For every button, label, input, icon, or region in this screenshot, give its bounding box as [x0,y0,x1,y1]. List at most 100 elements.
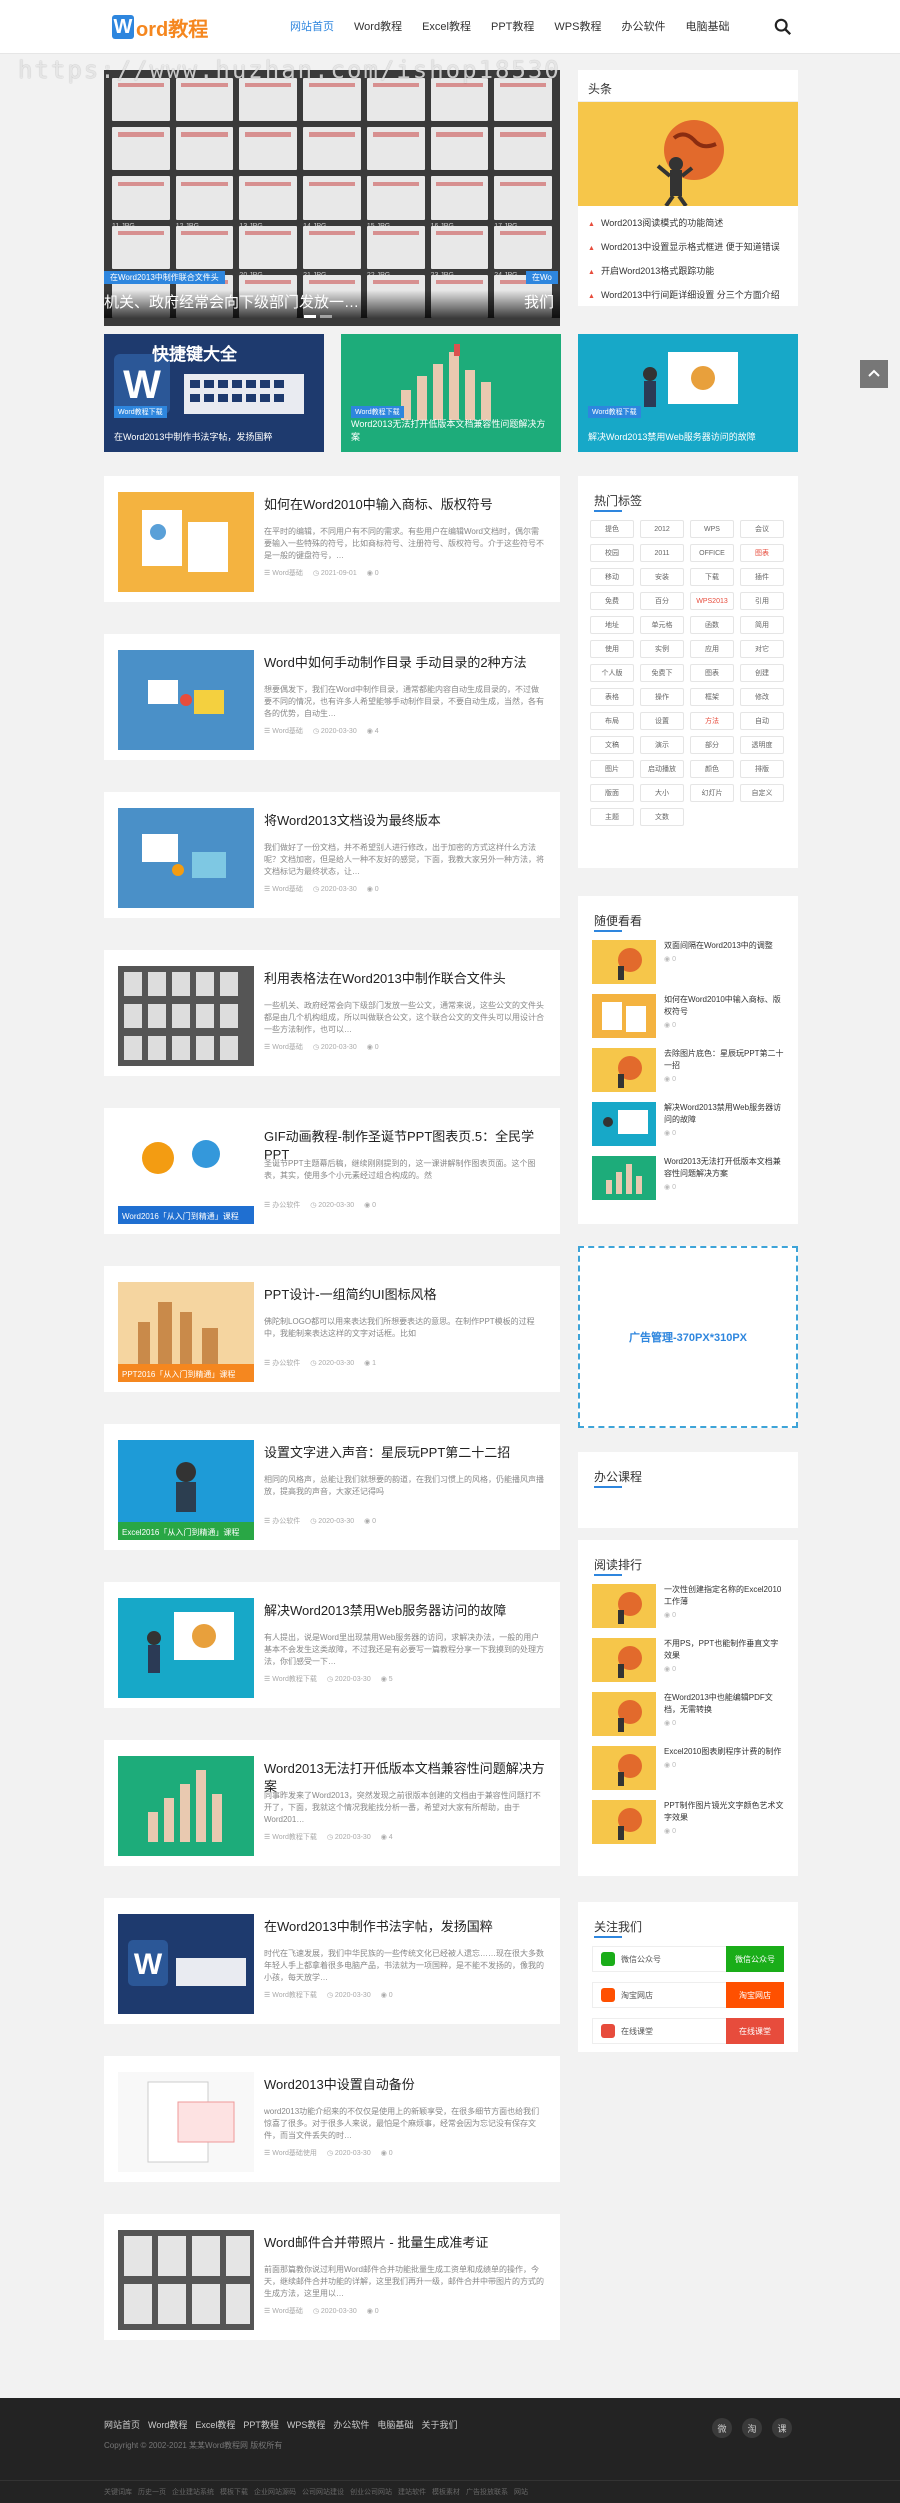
footer-link[interactable]: WPS教程 [287,2418,326,2431]
mini-thumbnail[interactable] [592,1102,656,1146]
mini-title[interactable]: 去除图片底色：星辰玩PPT第二十一招 [664,1049,784,1070]
nav-ppt[interactable]: PPT教程 [481,0,544,54]
tag-link[interactable]: 颜色 [690,760,734,778]
tag-link[interactable]: 会议 [740,520,784,538]
post-category[interactable]: ☰ 办公软件 [264,1518,300,1525]
tag-link[interactable]: 启动播放 [640,760,684,778]
card-caption[interactable]: 解决Word2013禁用Web服务器访问的故障 [588,431,788,444]
tag-link[interactable]: WPS [690,520,734,538]
tag-link[interactable]: 框架 [690,688,734,706]
tag-link[interactable]: 2012 [640,520,684,538]
post-category[interactable]: ☰ Word基础使用 [264,2150,317,2157]
mini-title[interactable]: 双面间隔在Word2013中的调整 [664,941,773,950]
tag-link[interactable]: 修改 [740,688,784,706]
category-label[interactable]: 办公软件 [272,1202,300,1209]
post-thumbnail[interactable]: Word2016「从入门到精通」课程 [118,1124,254,1224]
tag-link[interactable]: 文数 [640,808,684,826]
site-logo[interactable]: W ord教程 [112,14,220,41]
post-category[interactable]: ☰ Word基础 [264,886,303,893]
nav-computer[interactable]: 电脑基础 [675,0,739,54]
tag-link[interactable]: 校园 [590,544,634,562]
follow-item[interactable]: 微信公众号 微信公众号 [592,1946,784,1972]
post-title[interactable]: 在Word2013中制作书法字帖，发扬国粹 [264,1918,554,1936]
mini-post[interactable]: 在Word2013中也能编辑PDF文档，无需转换 ◉ 0 [578,1692,798,1736]
mini-post[interactable]: Word2013无法打开低版本文档兼容性问题解决方案 ◉ 0 [578,1156,798,1200]
post-title[interactable]: Word中如何手动制作目录 手动目录的2种方法 [264,654,554,672]
post-title[interactable]: 将Word2013文档设为最终版本 [264,812,554,830]
friend-link[interactable]: 广告投放联系 [466,2487,508,2497]
wechat-icon[interactable]: 微 [712,2418,732,2438]
category-label[interactable]: Word基础使用 [272,2150,317,2157]
friend-link[interactable]: 创业公司网站 [350,2487,392,2497]
mini-thumbnail[interactable] [592,994,656,1038]
footer-link[interactable]: 关于我们 [421,2418,457,2431]
tag-link[interactable]: 引用 [740,592,784,610]
tag-link[interactable]: 版面 [590,784,634,802]
post-category[interactable]: ☰ Word教程下载 [264,1992,317,1999]
nav-home[interactable]: 网站首页 [280,0,344,54]
footer-link[interactable]: 网站首页 [104,2418,140,2431]
card-tag[interactable]: Word教程下载 [588,406,641,418]
tag-link[interactable]: 单元格 [640,616,684,634]
footer-link[interactable]: Word教程 [148,2418,187,2431]
mini-thumbnail[interactable] [592,1584,656,1628]
search-icon[interactable] [774,18,792,36]
tag-link[interactable]: 安装 [640,568,684,586]
follow-button[interactable]: 淘宝网店 [726,1982,784,2008]
mini-title[interactable]: 如何在Word2010中输入商标、版权符号 [664,995,781,1016]
post-card[interactable]: 解决Word2013禁用Web服务器访问的故障 有人提出，说是Word里出现禁用W… [104,1582,560,1708]
tag-link[interactable]: 下载 [690,568,734,586]
nav-wps[interactable]: WPS教程 [544,0,611,54]
headline-item[interactable]: Word2013中行间距详细设置 分三个方面介绍 [588,284,788,308]
course-icon[interactable]: 课 [772,2418,792,2438]
friend-link[interactable]: 企业网站源码 [254,2487,296,2497]
tag-link[interactable]: 自定义 [740,784,784,802]
post-title[interactable]: PPT设计-一组简约UI图标风格 [264,1286,554,1304]
tag-link[interactable]: 幻灯片 [690,784,734,802]
post-thumbnail[interactable] [118,1598,254,1698]
post-card[interactable]: Word2016「从入门到精通」课程 GIF动画教程-制作圣诞节PPT图表页.5：… [104,1108,560,1234]
friend-link[interactable]: 模板下载 [220,2487,248,2497]
tag-link[interactable]: 文稿 [590,736,634,754]
slide-dots[interactable] [304,315,332,318]
post-title[interactable]: 设置文字进入声音：星辰玩PPT第二十二招 [264,1444,554,1462]
post-category[interactable]: ☰ Word基础 [264,728,303,735]
nav-excel[interactable]: Excel教程 [412,0,481,54]
category-label[interactable]: Word基础 [272,570,303,577]
back-to-top-button[interactable] [860,360,888,388]
friend-link[interactable]: 建站软件 [398,2487,426,2497]
tag-link[interactable]: 表格 [590,688,634,706]
category-label[interactable]: Word教程下载 [272,1676,317,1683]
tag-link[interactable]: 地址 [590,616,634,634]
category-label[interactable]: Word教程下载 [272,1834,317,1841]
mini-thumbnail[interactable] [592,1800,656,1844]
footer-link[interactable]: 办公软件 [333,2418,369,2431]
tag-link[interactable]: 透明度 [740,736,784,754]
tag-link[interactable]: 2011 [640,544,684,562]
slide-title-next[interactable]: 我们 [524,291,554,312]
tag-link[interactable]: 函数 [690,616,734,634]
mini-thumbnail[interactable] [592,1156,656,1200]
post-thumbnail[interactable] [118,650,254,750]
friend-link[interactable]: 模板素材 [432,2487,460,2497]
category-label[interactable]: 办公软件 [272,1518,300,1525]
tag-link[interactable]: 免费下 [640,664,684,682]
tag-link[interactable]: 大小 [640,784,684,802]
post-title[interactable]: 利用表格法在Word2013中制作联合文件头 [264,970,554,988]
category-label[interactable]: 办公软件 [272,1360,300,1367]
mini-title[interactable]: 在Word2013中也能编辑PDF文档，无需转换 [664,1693,773,1714]
mini-post[interactable]: 不用PS，PPT也能制作垂直文字效果 ◉ 0 [578,1638,798,1682]
post-thumbnail[interactable] [118,2230,254,2330]
mini-post[interactable]: 双面间隔在Word2013中的调整 ◉ 0 [578,940,798,984]
tag-link[interactable]: 使用 [590,640,634,658]
tag-link[interactable]: 图片 [590,760,634,778]
mini-title[interactable]: 不用PS，PPT也能制作垂直文字效果 [664,1639,778,1660]
post-thumbnail[interactable] [118,808,254,908]
friend-link[interactable]: 企业建站系统 [172,2487,214,2497]
tag-link[interactable]: 图表 [690,664,734,682]
post-card[interactable]: 利用表格法在Word2013中制作联合文件头 一些机关、政府经常会向下级部门发放一… [104,950,560,1076]
post-title[interactable]: Word邮件合并带照片 - 批量生成准考证 [264,2234,554,2252]
post-card[interactable]: Word2013中设置自动备份 word2013功能介绍来的不仅仅是使用上的新颖享… [104,2056,560,2182]
post-category[interactable]: ☰ Word基础 [264,570,303,577]
headline-image[interactable] [578,102,798,206]
